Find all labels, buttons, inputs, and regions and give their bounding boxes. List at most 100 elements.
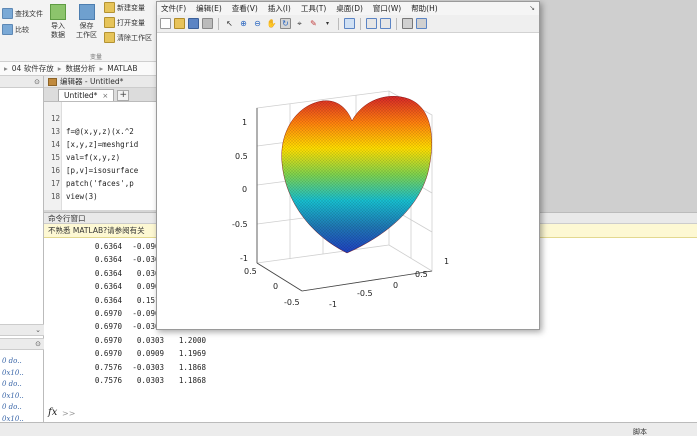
new-variable-label: 新建变量 (117, 3, 145, 12)
output-value: 0.6364 (94, 268, 122, 278)
z-tick-label: 1 (242, 118, 247, 127)
figure-menu-item[interactable]: 窗口(W) (373, 3, 401, 14)
code-line: f=@(x,y,z)(x.^2 (66, 127, 134, 136)
figure-menubar: 文件(F) 编辑(E) 查看(V) 插入(I) 工具(T) 桌面(D) 窗口(W) 帮助(H) (157, 2, 539, 15)
figure-menu-item[interactable]: 编辑(E) (196, 3, 222, 14)
figure-toolbar: ↖ ⊕ ⊖ ✋ ↻ ⌖ ✎ ▾ (157, 15, 539, 33)
save-icon[interactable] (188, 18, 199, 29)
figure-canvas[interactable]: 1 0.5 0 -0.5 -1 0.5 0 -0.5 -1 -0.5 0 0.5… (157, 33, 539, 329)
open-variable-icon (104, 17, 115, 28)
list-item[interactable]: 0 do.. (2, 356, 24, 368)
figure-menu-item[interactable]: 文件(F) (161, 3, 186, 14)
open-variable-button[interactable]: 打开变量 (104, 17, 145, 28)
front-axis-line (256, 262, 303, 292)
notice-text: 不熟悉 MATLAB?请参阅有关 (48, 226, 145, 235)
clear-workspace-label: 清除工作区 (117, 33, 152, 42)
list-item[interactable]: 0x10.. (2, 391, 24, 403)
z-tick-label: -1 (240, 254, 248, 263)
figure-menu-item[interactable]: 插入(I) (268, 3, 291, 14)
output-row: 0.7576 -0.0303 1.1868 (84, 363, 206, 372)
find-files-label: 查找文件 (15, 9, 43, 18)
chevron-down-icon[interactable]: ▾ (322, 18, 333, 29)
output-value: 1.1868 (178, 362, 206, 372)
close-icon[interactable]: × (102, 92, 108, 100)
toolbar-separator (218, 17, 219, 30)
figure-menu-item[interactable]: 工具(T) (301, 3, 326, 14)
line-number: 15 (50, 153, 60, 162)
code-editor[interactable]: 12 13 14 15 16 17 18 f=@(x,y,z)(x.^2 [x,… (44, 102, 160, 210)
command-window-title: 命令行窗口 (48, 213, 86, 223)
address-subfolder-matlab[interactable]: MATLAB (107, 64, 137, 73)
line-number: 17 (50, 179, 60, 188)
z-tick-label: 0.5 (235, 152, 248, 161)
compare-icon (2, 24, 13, 35)
pan-icon[interactable]: ✋ (266, 18, 277, 29)
output-row: 0.7576 0.0303 1.1868 (84, 376, 206, 385)
compare-label: 比较 (15, 25, 29, 34)
heart-isosurface[interactable] (281, 96, 432, 254)
zoom-in-icon[interactable]: ⊕ (238, 18, 249, 29)
output-value: 0.6970 (94, 335, 122, 345)
editor-titlebar: 编辑器 - Untitled* (44, 76, 160, 88)
new-figure-icon[interactable] (160, 18, 171, 29)
editor-title: 编辑器 - Untitled* (60, 77, 124, 86)
output-value: 0.6364 (94, 242, 122, 251)
list-item[interactable]: 0 do.. (2, 379, 24, 391)
print-icon[interactable] (202, 18, 213, 29)
workspace-options-icon[interactable]: ⊙ (35, 340, 41, 348)
figure-menu-item[interactable]: 查看(V) (232, 3, 258, 14)
line-number: 14 (50, 140, 60, 149)
panel-options-icon[interactable]: ⊙ (34, 78, 40, 86)
3d-axes[interactable]: 1 0.5 0 -0.5 -1 0.5 0 -0.5 -1 -0.5 0 0.5… (157, 33, 539, 329)
save-workspace-button[interactable]: 保存 工作区 (76, 4, 97, 40)
address-folder[interactable]: 04 软件存放 (12, 63, 54, 74)
save-label: 保存 (79, 22, 94, 30)
dock-arrow-icon[interactable]: ↘ (529, 4, 535, 12)
import-data-icon (50, 4, 66, 20)
figure-menu-item[interactable]: 桌面(D) (336, 3, 363, 14)
status-bar: 脚本 (0, 422, 697, 436)
brush-icon[interactable]: ✎ (308, 18, 319, 29)
edit-plot-icon[interactable]: ↖ (224, 18, 235, 29)
data-label: 数据 (51, 31, 65, 39)
x-tick-label: -0.5 (357, 289, 373, 298)
line-number: 16 (50, 166, 60, 175)
hide-plot-tools-icon[interactable] (402, 18, 413, 29)
address-bar[interactable]: ▸ 04 软件存放 ▸ 数据分析 ▸ MATLAB (0, 62, 160, 76)
figure-window[interactable]: 文件(F) 编辑(E) 查看(V) 插入(I) 工具(T) 桌面(D) 窗口(W) 帮助(H)… (156, 1, 540, 330)
status-script-label: 脚本 (633, 428, 647, 436)
open-file-icon[interactable] (174, 18, 185, 29)
zoom-out-icon[interactable]: ⊖ (252, 18, 263, 29)
workspace-header: ⊙ (0, 338, 44, 350)
rotate-3d-icon[interactable]: ↻ (280, 18, 291, 29)
toolbar-separator (360, 17, 361, 30)
compare-button[interactable]: 比较 (2, 24, 29, 35)
find-files-button[interactable]: 查找文件 (2, 8, 43, 19)
insert-legend-icon[interactable] (380, 18, 391, 29)
toolbar-separator (396, 17, 397, 30)
code-line: [p,v]=isosurface (66, 166, 139, 175)
insert-colorbar-icon[interactable] (366, 18, 377, 29)
command-prompt: >> (62, 409, 76, 418)
add-tab-button[interactable]: + (117, 90, 130, 101)
output-value: 0.6970 (94, 349, 122, 359)
code-line: patch('faces',p (66, 179, 134, 188)
collapse-icon[interactable]: ⌄ (35, 326, 41, 334)
figure-menu-item[interactable]: 帮助(H) (411, 3, 438, 14)
variable-section-label: 变量 (90, 54, 103, 61)
data-cursor-icon[interactable]: ⌖ (294, 18, 305, 29)
list-item[interactable]: 0x10.. (2, 368, 24, 380)
clear-workspace-button[interactable]: 清除工作区 (104, 32, 152, 43)
address-subfolder[interactable]: 数据分析 (65, 63, 95, 74)
new-variable-button[interactable]: 新建变量 (104, 2, 145, 13)
open-variable-label: 打开变量 (117, 18, 145, 27)
link-plot-icon[interactable] (344, 18, 355, 29)
y-tick-label: 0.5 (244, 267, 257, 276)
show-plot-tools-icon[interactable] (416, 18, 427, 29)
tab-untitled[interactable]: Untitled* × (58, 89, 115, 101)
import-data-button[interactable]: 导入 数据 (50, 4, 66, 40)
editor-icon (48, 77, 57, 86)
output-value: 0.0303 (136, 376, 164, 385)
list-item[interactable]: 0 do.. (2, 402, 24, 414)
function-browser-icon[interactable]: fx (48, 407, 57, 418)
